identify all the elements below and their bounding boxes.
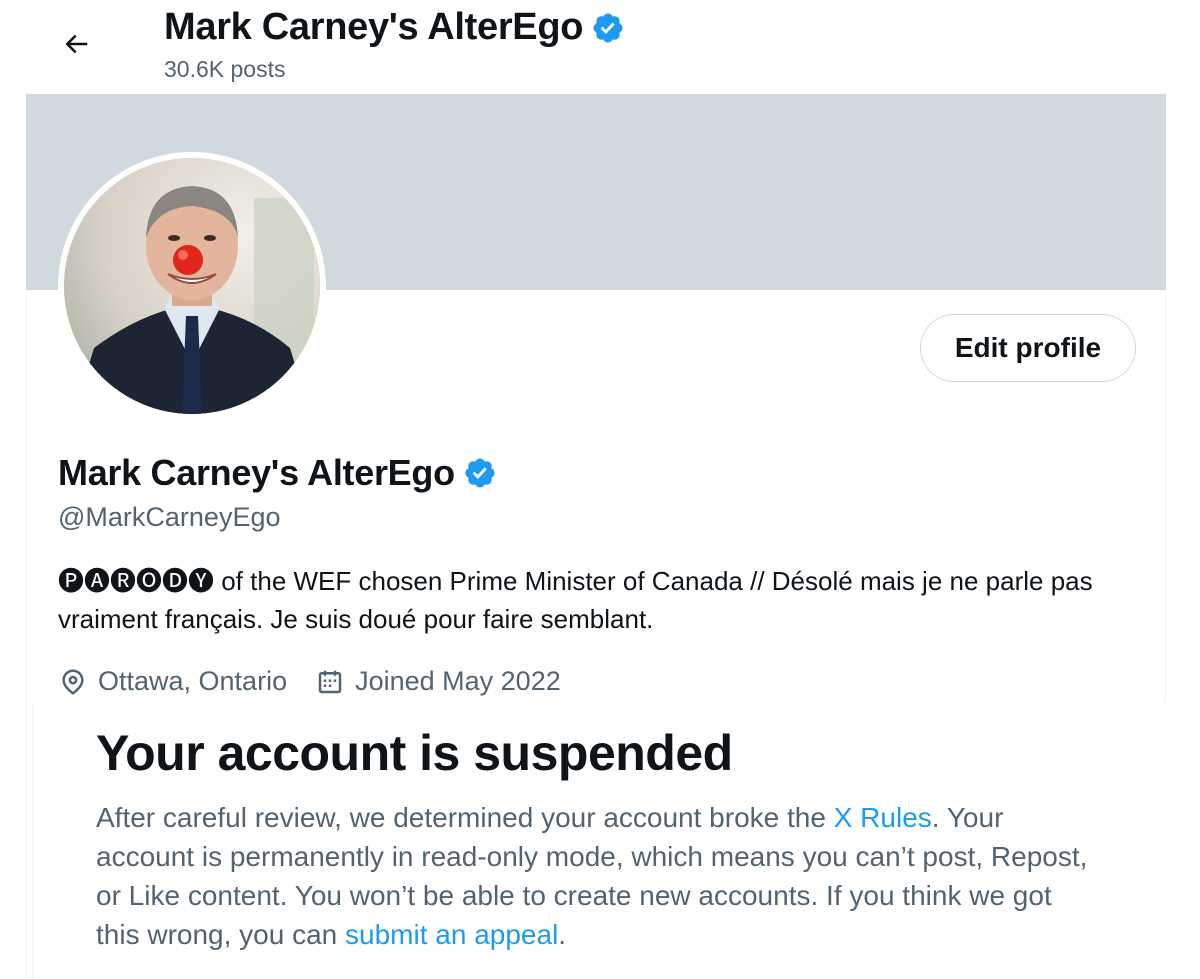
header-title-row: Mark Carney's AlterEgo — [164, 6, 625, 49]
profile-name: Mark Carney's AlterEgo — [58, 452, 455, 493]
arrow-left-icon — [65, 34, 88, 54]
joined-item: Joined May 2022 — [315, 666, 561, 697]
suspension-text-1: After careful review, we determined your… — [96, 802, 834, 833]
profile-meta: Ottawa, Ontario Joined May 2022 — [58, 666, 561, 697]
verified-badge-icon — [593, 12, 623, 43]
location-pin-icon — [62, 669, 84, 695]
posts-count: 30.6K posts — [164, 56, 286, 82]
edit-profile-button[interactable]: Edit profile — [920, 314, 1136, 382]
profile-name-row: Mark Carney's AlterEgo — [58, 452, 497, 494]
submit-appeal-link[interactable]: submit an appeal — [345, 919, 558, 950]
calendar-icon — [318, 670, 342, 693]
avatar-photo — [64, 158, 320, 414]
suspension-text-3: . — [558, 919, 567, 950]
avatar-portrait — [64, 158, 320, 414]
profile-header: Mark Carney's AlterEgo 30.6K posts — [0, 0, 1200, 94]
header-title: Mark Carney's AlterEgo — [164, 6, 584, 48]
profile-bio: 🅟🅐🅡🅞🅓🅨 of the WEF chosen Prime Minister … — [58, 566, 1093, 634]
suspension-body: After careful review, we determined your… — [96, 798, 1096, 954]
suspension-title: Your account is suspended — [96, 725, 733, 781]
back-button[interactable] — [52, 20, 100, 68]
location-item: Ottawa, Ontario — [58, 666, 287, 697]
avatar[interactable] — [58, 152, 326, 420]
x-rules-link[interactable]: X Rules — [834, 802, 932, 833]
joined-text: Joined May 2022 — [355, 666, 561, 696]
profile-handle: @MarkCarneyEgo — [58, 502, 281, 532]
location-text: Ottawa, Ontario — [98, 666, 288, 696]
verified-badge-icon — [465, 458, 495, 488]
